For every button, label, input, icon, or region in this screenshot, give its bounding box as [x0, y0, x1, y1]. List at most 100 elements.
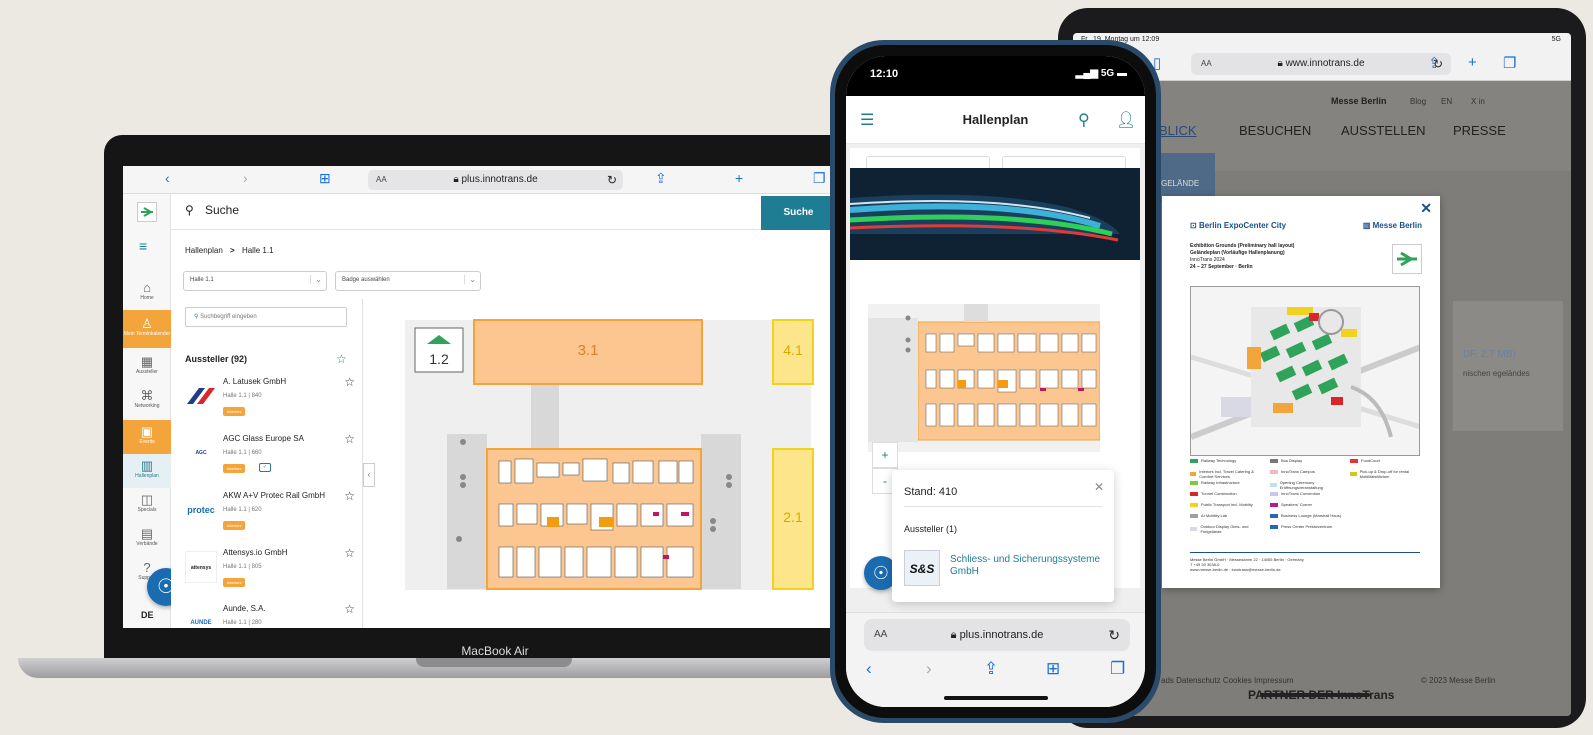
menu-icon[interactable]: ≡ [139, 238, 147, 254]
exhibitor-link[interactable]: Schliess- und Sicherungssysteme GmbH [950, 554, 1110, 578]
reader-aa-button[interactable]: AA [376, 170, 387, 190]
sidebar-item-events[interactable]: ▣ Events [123, 420, 171, 454]
bookmarks-icon[interactable]: ⊞ [1046, 659, 1060, 679]
exhibitor-row[interactable]: A. Latusek GmbH Halle 1.1 | 840 Interior… [185, 375, 355, 433]
share-icon[interactable]: ⇪ [984, 659, 998, 679]
badge-select[interactable]: Badge auswählen ⌄ [335, 271, 481, 291]
share-icon[interactable]: ⇪ [1428, 54, 1441, 72]
tabs-icon[interactable]: ❐ [1110, 659, 1125, 679]
new-tab-icon[interactable]: + [735, 170, 743, 186]
exhibitor-hall[interactable]: Halle 1.1 | 660 [223, 450, 262, 456]
hall-plan-svg[interactable]: 1.2 3.1 4.1 2.1 [363, 299, 836, 599]
macbook-screen: ‹ › ⊞ AA 🔒︎ plus.innotrans.de ↻ ⇪ + ❐ ≡ … [123, 166, 836, 628]
phone-hall-map[interactable] [868, 304, 1101, 452]
legend-item: AI Mobility Lab [1190, 513, 1266, 518]
exhibitor-logo: S&S [904, 550, 940, 586]
nav-presse[interactable]: PRESSE [1453, 123, 1506, 138]
footer-links[interactable]: ads Datenschutz Cookies Impressum [1161, 676, 1294, 685]
exhibitor-hall[interactable]: Halle 1.1 | 620 [223, 507, 262, 513]
iphone-screen: 12:10 ▂▄▆ 5G ▬ ☰ Hallenplan ⚲ 👤︎ + - ☉ S… [846, 56, 1145, 707]
star-icon[interactable]: ☆ [344, 602, 355, 616]
forward-icon[interactable]: › [926, 659, 932, 679]
legend-label: Pick-up & Drop-off for rental Mobilitäts… [1359, 469, 1410, 479]
tabs-icon[interactable]: ❐ [1503, 54, 1516, 72]
user-icon[interactable]: 👤︎ [1116, 110, 1136, 130]
sidebar-item-mein-terminkalender[interactable]: ♙ Mein Terminkalender [123, 310, 171, 348]
star-icon[interactable]: ☆ [344, 432, 355, 446]
innotrans-app-logo[interactable] [137, 202, 157, 222]
legend-label: Public Transport incl. Mobility [1201, 502, 1253, 507]
nav-besuchen[interactable]: BESUCHEN [1239, 123, 1311, 138]
sidebar-item-verbaende[interactable]: ▤ Verbände [123, 526, 171, 556]
exhibitor-name: AGC Glass Europe SA [223, 434, 304, 443]
popup-exhibitors-count: Aussteller (1) [904, 524, 958, 534]
sidebar-item-specials[interactable]: ◫ Specials [123, 492, 171, 522]
exhibitor-name: A. Latusek GmbH [223, 377, 287, 386]
zoom-in-button[interactable]: + [872, 442, 898, 468]
ipad-address-bar[interactable]: AA 🔒︎ www.innotrans.de ↻ [1191, 53, 1451, 75]
star-icon[interactable]: ☆ [344, 375, 355, 389]
bookmarks-icon[interactable]: ⊞ [319, 170, 331, 187]
reader-aa-button[interactable]: AA [874, 619, 887, 651]
close-icon[interactable]: ✕ [1094, 480, 1104, 494]
share-icon[interactable]: ⇪ [655, 170, 667, 187]
star-icon[interactable]: ☆ [344, 489, 355, 503]
sidebar-item-hallenplan[interactable]: ▥ Hallenplan [123, 454, 171, 488]
sidebar-item-label: Hallenplan [135, 473, 159, 479]
new-tab-icon[interactable]: + [1468, 54, 1477, 71]
legend-label: Railway Infrastructure [1201, 480, 1240, 485]
search-button[interactable]: Suche [761, 196, 836, 230]
exhibitor-hall[interactable]: Halle 1.1 | 805 [223, 564, 262, 570]
home-icon: ⌂ [143, 280, 151, 295]
exhibitor-hall[interactable]: Halle 1.1 | 280 [223, 620, 262, 626]
forward-icon[interactable]: › [243, 170, 248, 186]
hall-3-1-label[interactable]: 3.1 [578, 342, 599, 359]
legend-swatch [1270, 458, 1278, 463]
tabs-icon[interactable]: ❐ [813, 170, 826, 187]
exhibitor-row[interactable]: protec AKW A+V Protec Rail GmbH Halle 1.… [185, 489, 355, 547]
url-text: plus.innotrans.de [461, 174, 538, 185]
sidebar-item-aussteller[interactable]: ▦ Aussteller [123, 354, 171, 384]
star-icon[interactable]: ☆ [344, 546, 355, 560]
back-icon[interactable]: ‹ [165, 170, 170, 186]
global-search-input[interactable]: Suche [205, 203, 239, 217]
pdf-title-4: 24 – 27 September · Berlin [1190, 264, 1253, 270]
address-bar[interactable]: AA 🔒︎ plus.innotrans.de ↻ [368, 170, 623, 190]
nav-ausstellen[interactable]: AUSSTELLEN [1341, 123, 1426, 138]
messe-berlin-logo[interactable]: Messe Berlin [1331, 96, 1387, 106]
breadcrumb: Hallenplan > Halle 1.1 [185, 246, 274, 255]
exhibitor-hall[interactable]: Halle 1.1 | 840 [223, 393, 262, 399]
address-bar[interactable]: AA 🔒︎ plus.innotrans.de ↻ [864, 619, 1130, 651]
sidebar-item-home[interactable]: ⌂ Home [123, 280, 171, 310]
exhibitor-row[interactable]: attensys Attensys.io GmbH Halle 1.1 | 80… [185, 546, 355, 604]
language-link[interactable]: EN [1441, 97, 1452, 106]
hall-4-1-label[interactable]: 4.1 [783, 342, 803, 358]
hall-1-2-label[interactable]: 1.2 [429, 351, 449, 367]
legend-label: InnoTrans Convention [1281, 491, 1321, 496]
search-icon[interactable]: ⚲ [1078, 110, 1090, 130]
exhibitor-badge: Interiors [223, 578, 246, 587]
language-switch[interactable]: DE [141, 610, 154, 620]
back-icon[interactable]: ‹ [866, 659, 872, 679]
hall-select[interactable]: Halle 1.1 ⌄ [183, 271, 327, 291]
reload-icon[interactable]: ↻ [607, 170, 617, 190]
pdf-size-link[interactable]: DF, 2,7 MB) [1463, 349, 1516, 360]
exhibitor-row[interactable]: AUNDE Aunde, S.A. Halle 1.1 | 280 ☆ [185, 602, 355, 628]
nav-im-blick[interactable]: BLICK [1159, 123, 1197, 138]
exhibitor-logo [185, 380, 217, 412]
exhibitor-row[interactable]: AGC AGC Glass Europe SA Halle 1.1 | 660 … [185, 432, 355, 490]
pdf-left-brand: ⊡ Berlin ExpoCenter City [1190, 221, 1287, 230]
hall-2-1-label[interactable]: 2.1 [783, 509, 803, 525]
social-links[interactable]: X in [1471, 97, 1485, 106]
exhibitor-search-input[interactable]: ⚲ Suchbegriff eingeben [185, 307, 347, 327]
reader-aa-button[interactable]: AA [1201, 53, 1212, 75]
breadcrumb-hallenplan[interactable]: Hallenplan [185, 246, 223, 255]
legend-item: Interiors incl. Travel Catering & Comfor… [1190, 469, 1266, 479]
close-icon[interactable]: ✕ [1420, 200, 1432, 217]
associations-icon: ▤ [140, 526, 154, 541]
legend-item: FoodCourt [1350, 458, 1426, 463]
reload-icon[interactable]: ↻ [1108, 619, 1120, 651]
favorites-star-icon[interactable]: ☆ [336, 352, 347, 366]
sidebar-item-networking[interactable]: ⌘ Networking [123, 388, 171, 418]
blog-link[interactable]: Blog [1410, 97, 1426, 106]
